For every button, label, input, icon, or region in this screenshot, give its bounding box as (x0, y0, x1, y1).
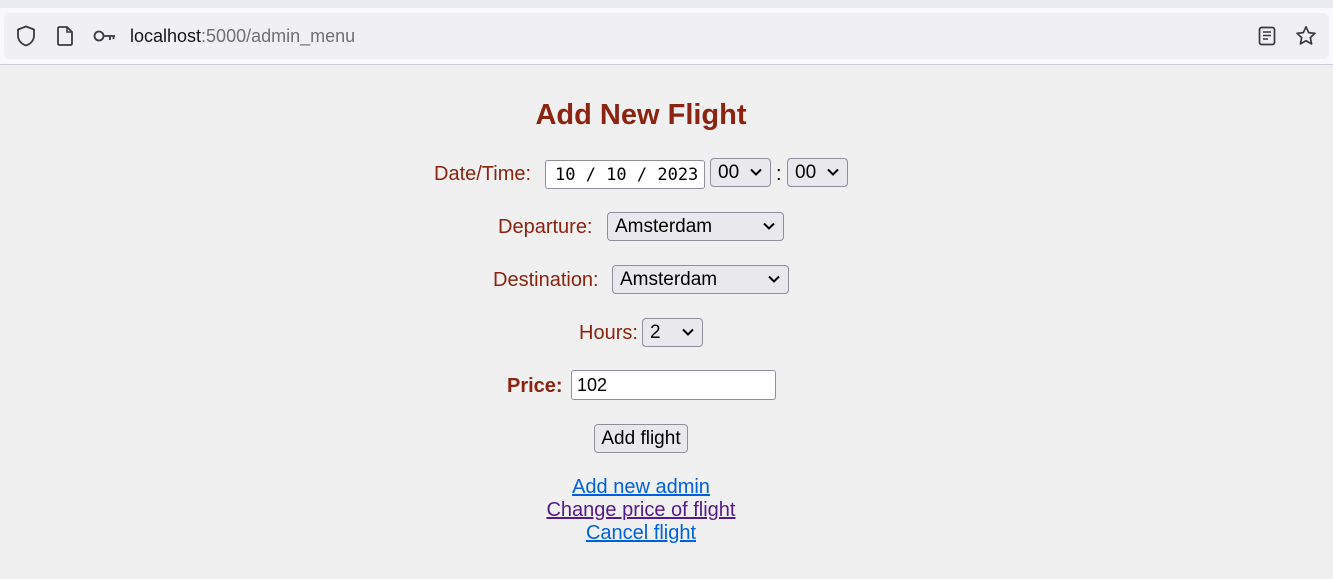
minute-select[interactable]: 00 (787, 158, 848, 187)
add-admin-link-row: Add new admin (0, 476, 1282, 499)
page-title: Add New Flight (535, 99, 747, 131)
date-input[interactable]: 10 / 10 / 2023 (545, 160, 705, 189)
chevron-down-icon (827, 168, 839, 176)
chevron-down-icon (768, 275, 780, 283)
destination-value: Amsterdam (620, 268, 718, 290)
departure-select[interactable]: Amsterdam (607, 212, 784, 241)
cancel-flight-link-row: Cancel flight (0, 522, 1282, 545)
price-input[interactable]: 102 (571, 370, 776, 400)
add-flight-button[interactable]: Add flight (594, 424, 688, 453)
url-host: localhost (130, 26, 202, 46)
departure-label: Departure: (498, 216, 593, 238)
chevron-down-icon (682, 328, 694, 336)
page-icon[interactable] (55, 25, 75, 47)
admin-menu-page: Add New Flight Date/Time: 10 / 10 / 2023… (0, 65, 1333, 579)
destination-label: Destination: (493, 269, 599, 291)
shield-icon[interactable] (15, 25, 37, 47)
departure-value: Amsterdam (615, 215, 713, 237)
browser-top-strip (0, 0, 1333, 8)
reader-view-icon[interactable] (1256, 25, 1278, 47)
url-field[interactable]: localhost:5000/admin_menu (4, 13, 1329, 59)
hours-value: 2 (650, 321, 661, 343)
hour-value: 00 (718, 161, 740, 183)
time-separator: : (776, 163, 782, 185)
browser-toolbar: localhost:5000/admin_menu (0, 8, 1333, 65)
price-label: Price: (507, 375, 563, 397)
chevron-down-icon (750, 168, 762, 176)
cancel-flight-link[interactable]: Cancel flight (586, 522, 696, 544)
datetime-label: Date/Time: (434, 163, 532, 185)
destination-select[interactable]: Amsterdam (612, 265, 789, 294)
change-price-link-row: Change price of flight (0, 499, 1282, 522)
change-price-link[interactable]: Change price of flight (546, 499, 735, 521)
url-path: :5000/admin_menu (201, 26, 356, 46)
hours-select[interactable]: 2 (642, 318, 703, 347)
key-icon[interactable] (92, 26, 118, 46)
hour-select[interactable]: 00 (710, 158, 771, 187)
add-admin-link[interactable]: Add new admin (572, 476, 710, 498)
url-text[interactable]: localhost:5000/admin_menu (130, 26, 355, 47)
minute-value: 00 (795, 161, 817, 183)
bookmark-star-icon[interactable] (1294, 24, 1318, 48)
chevron-down-icon (763, 222, 775, 230)
hours-label: Hours: (579, 322, 638, 344)
